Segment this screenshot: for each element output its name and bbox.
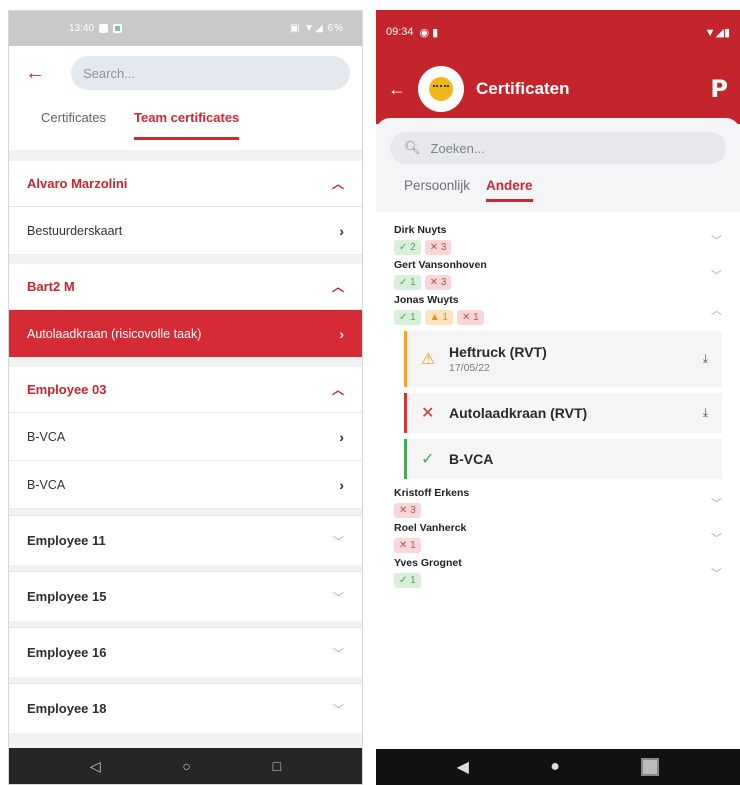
chevron-down-icon: ﹀ xyxy=(333,647,344,660)
android-nav-bar: ◁ ○ □ xyxy=(9,748,362,784)
nav-home-icon[interactable]: ● xyxy=(550,758,560,776)
notification-icon xyxy=(99,24,109,33)
app-notification-icon xyxy=(113,24,123,33)
person-row[interactable]: Gert Vansonhoven ✓ 1 ✕ 3 ﹀ xyxy=(394,259,722,290)
status-time: 09:34 xyxy=(386,26,414,38)
battery-level: 6% xyxy=(327,23,344,34)
chevron-down-icon: ﹀ xyxy=(711,270,722,282)
chevron-down-icon: ﹀ xyxy=(333,591,344,604)
person-row-expanded[interactable]: Jonas Wuyts ✓ 1 ▲ 1 ✕ 1 ︿ xyxy=(394,294,722,325)
person-row[interactable]: Kristoff Erkens ✕ 3 ﹀ xyxy=(394,487,722,518)
employee-group-header[interactable]: Employee 03 ︿ xyxy=(9,367,362,413)
chevron-right-icon: › xyxy=(339,325,344,342)
tab-andere[interactable]: Andere xyxy=(486,178,533,202)
person-row[interactable]: Roel Vanherck ✕ 1 ﹀ xyxy=(394,522,722,553)
tab-persoonlijk[interactable]: Persoonlijk xyxy=(404,178,470,202)
chevron-down-icon: ﹀ xyxy=(333,703,344,716)
certificate-row[interactable]: B-VCA › xyxy=(9,413,362,461)
status-bar: 09:34 ◉ ▮ ▼◢▮ xyxy=(376,10,740,54)
employee-collapsed-row[interactable]: Employee 16 ﹀ xyxy=(9,627,362,677)
team-certificates-screen: 13:40 ▣ ▼◢ 6% ← Search... Certificates T… xyxy=(8,10,363,785)
invalid-count-badge: ✕ 1 xyxy=(456,310,484,325)
invalid-count-badge: ✕ 3 xyxy=(394,503,421,518)
top-bar: ← Search... xyxy=(9,46,362,100)
invalid-count-badge: ✕ 3 xyxy=(424,275,452,290)
nav-recent-icon[interactable]: □ xyxy=(273,758,281,774)
chevron-up-icon: ︿ xyxy=(331,177,344,191)
invalid-count-badge: ✕ 3 xyxy=(424,240,452,255)
valid-count-badge: ✓ 1 xyxy=(394,310,421,325)
employee-group-header[interactable]: Bart2 M ︿ xyxy=(9,264,362,310)
back-arrow-icon[interactable]: ← xyxy=(25,62,55,85)
nav-back-icon[interactable]: ◁ xyxy=(90,758,101,775)
search-and-tabs: 🔍︎ Zoeken... Persoonlijk Andere xyxy=(376,118,740,212)
warning-count-badge: ▲ 1 xyxy=(424,310,453,325)
download-icon[interactable]: ⤓ xyxy=(703,352,708,367)
certificate-row[interactable]: B-VCA › xyxy=(9,461,362,509)
search-input[interactable]: 🔍︎ Zoeken... xyxy=(390,132,726,164)
page-title: Certificaten xyxy=(476,79,570,98)
certificate-card-valid[interactable]: ✓ B-VCA xyxy=(404,439,722,479)
valid-count-badge: ✓ 2 xyxy=(394,240,421,255)
chevron-up-icon: ︿ xyxy=(331,280,344,294)
chevron-down-icon: ﹀ xyxy=(333,535,344,548)
nav-recent-icon[interactable] xyxy=(641,758,660,776)
certificate-card-invalid[interactable]: ✕ Autolaadkraan (RVT) ⤓ xyxy=(404,393,722,433)
valid-count-badge: ✓ 1 xyxy=(394,573,421,588)
employee-collapsed-row[interactable]: Employee 18 ﹀ xyxy=(9,683,362,733)
search-input[interactable]: Search... xyxy=(71,56,350,90)
chevron-down-icon: ﹀ xyxy=(711,498,722,510)
signal-battery-icon: ▼◢▮ xyxy=(704,26,730,39)
app-header: ← Certificaten P xyxy=(376,54,740,124)
notification-icon: ◉ ▮ xyxy=(419,26,439,39)
employee-collapsed-row[interactable]: Employee 11 ﹀ xyxy=(9,515,362,565)
certificate-card-warning[interactable]: ⚠ Heftruck (RVT) 17/05/22 ⤓ xyxy=(404,331,722,387)
warning-icon: ⚠ xyxy=(421,351,436,368)
status-bar: 13:40 ▣ ▼◢ 6% xyxy=(9,11,362,46)
cross-icon: ✕ xyxy=(421,405,435,422)
status-time: 13:40 xyxy=(69,23,95,34)
nav-home-icon[interactable]: ○ xyxy=(182,758,190,774)
chevron-down-icon: ﹀ xyxy=(711,568,722,580)
chevron-down-icon: ﹀ xyxy=(711,533,722,545)
certificate-row[interactable]: Bestuurderskaart › xyxy=(9,207,362,255)
chevron-right-icon: › xyxy=(339,428,344,445)
tab-certificates[interactable]: Certificates xyxy=(41,106,106,137)
android-nav-bar: ◀ ● xyxy=(376,749,740,785)
chevron-right-icon: › xyxy=(339,222,344,239)
tab-bar: Certificates Team certificates xyxy=(9,100,362,150)
certificate-row-selected[interactable]: Autolaadkraan (risicovolle taak) › xyxy=(9,310,362,358)
employee-group-header[interactable]: Alvaro Marzolini ︿ xyxy=(9,161,362,207)
back-arrow-icon[interactable]: ← xyxy=(388,79,418,100)
person-row[interactable]: Dirk Nuyts ✓ 2 ✕ 3 ﹀ xyxy=(394,224,722,255)
chevron-down-icon: ﹀ xyxy=(711,235,722,247)
avatar[interactable] xyxy=(418,66,464,112)
person-row[interactable]: Yves Grognet ✓ 1 ﹀ xyxy=(394,557,722,588)
nav-back-icon[interactable]: ◀ xyxy=(457,757,469,777)
download-icon[interactable]: ⤓ xyxy=(703,406,708,421)
chevron-up-icon: ︿ xyxy=(711,305,722,317)
tab-team-certificates[interactable]: Team certificates xyxy=(134,106,240,140)
people-list: Dirk Nuyts ✓ 2 ✕ 3 ﹀ Gert Vansonhoven ✓ … xyxy=(376,212,740,588)
certificate-list: ⚠ Heftruck (RVT) 17/05/22 ⤓ ✕ Autolaadkr… xyxy=(404,331,722,479)
check-icon: ✓ xyxy=(421,451,435,468)
chevron-right-icon: › xyxy=(339,476,344,493)
team-list: Alvaro Marzolini ︿ Bestuurderskaart › Ba… xyxy=(9,161,362,733)
employee-collapsed-row[interactable]: Employee 15 ﹀ xyxy=(9,571,362,621)
invalid-count-badge: ✕ 1 xyxy=(394,538,421,553)
search-icon: 🔍︎ xyxy=(404,140,421,155)
chevron-up-icon: ︿ xyxy=(331,383,344,397)
tab-bar: Persoonlijk Andere xyxy=(390,164,726,202)
brand-logo-icon: P xyxy=(710,75,728,103)
valid-count-badge: ✓ 1 xyxy=(394,275,421,290)
certificaten-screen: 09:34 ◉ ▮ ▼◢▮ ← Certificaten P 🔍︎ Zoeken… xyxy=(376,10,740,785)
